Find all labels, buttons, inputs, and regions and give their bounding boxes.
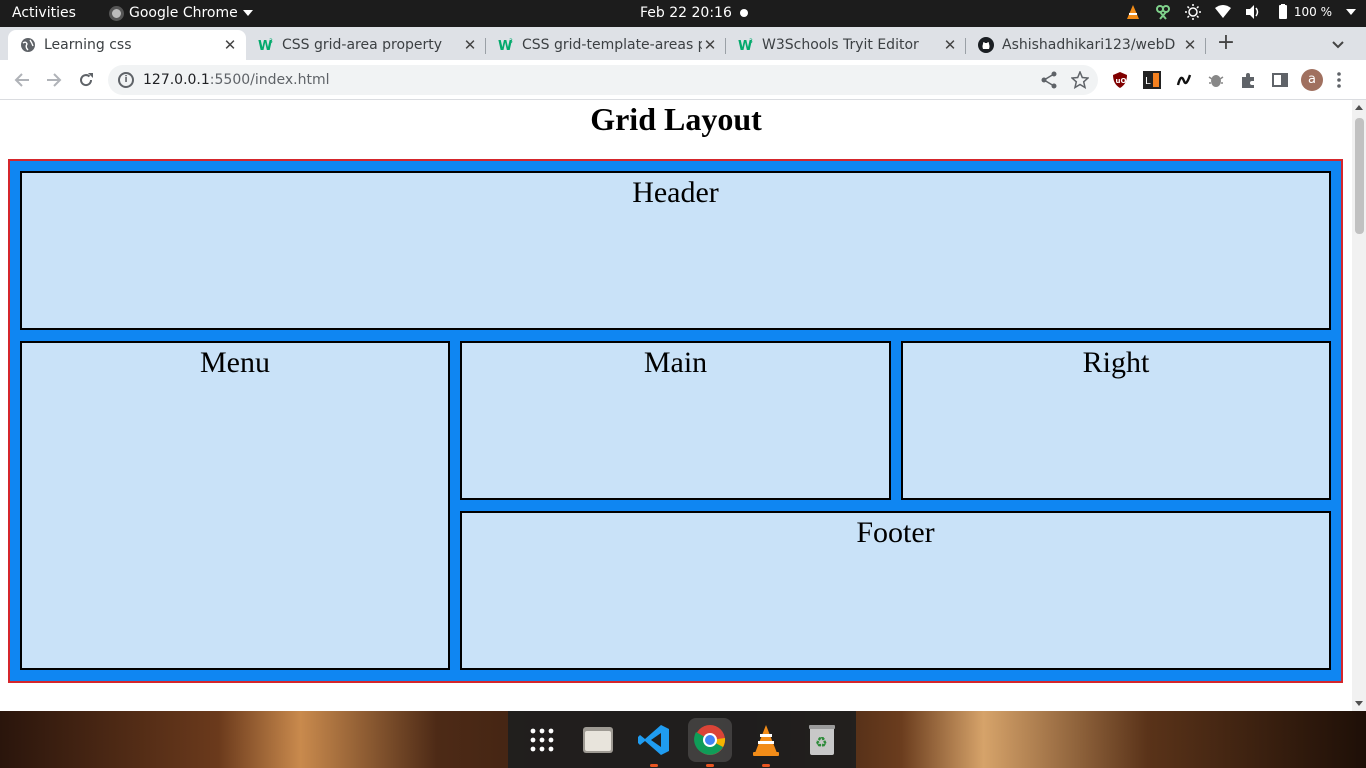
wifi-icon[interactable]	[1214, 4, 1231, 20]
notification-dot-icon	[740, 9, 748, 17]
back-button[interactable]	[10, 68, 34, 92]
tab-github[interactable]: Ashishadhikari123/webD ✕	[966, 30, 1206, 60]
chrome-mini-icon	[109, 5, 124, 21]
new-tab-button[interactable]: +	[1216, 30, 1236, 56]
url-text[interactable]: 127.0.0.1:5500/index.html	[143, 72, 330, 88]
dock: ♻	[508, 711, 856, 768]
running-indicator	[706, 763, 714, 767]
close-icon[interactable]: ✕	[222, 36, 238, 54]
scrollbar-thumb[interactable]	[1355, 118, 1364, 234]
tab-css-grid-template-areas[interactable]: W3 CSS grid-template-areas p ✕	[486, 30, 726, 60]
app-grid-icon	[530, 728, 554, 751]
grid-cell-menu: Menu	[20, 341, 450, 670]
app-menu-label: Google Chrome	[129, 5, 238, 21]
clock[interactable]: Feb 22 20:16	[640, 5, 732, 21]
grid-cell-main: Main	[460, 341, 891, 500]
w3schools-icon: W3	[738, 38, 753, 53]
svg-text:L: L	[1145, 76, 1151, 87]
globe-icon	[21, 38, 35, 52]
svg-text:3: 3	[749, 38, 753, 45]
grid-cell-header: Header	[20, 171, 1331, 330]
svg-text:3: 3	[269, 38, 273, 45]
brightness-icon[interactable]	[1184, 4, 1201, 20]
arrow-right-icon	[47, 73, 62, 87]
bookmark-star-icon[interactable]	[1071, 71, 1089, 89]
tab-w3schools-tryit[interactable]: W3 W3Schools Tryit Editor ✕	[726, 30, 966, 60]
arrow-left-icon	[14, 73, 29, 87]
profile-avatar[interactable]: a	[1301, 69, 1323, 91]
vlc-icon	[753, 724, 779, 756]
chrome-icon	[694, 724, 726, 755]
battery-percent: 100 %	[1293, 5, 1332, 19]
page-viewport: Grid Layout Header Menu Main Right Foote…	[0, 100, 1352, 711]
dock-files[interactable]	[576, 718, 620, 762]
share-icon[interactable]	[1040, 71, 1058, 89]
w3schools-icon: W3	[498, 38, 513, 53]
trash-icon: ♻	[809, 724, 835, 755]
tab-css-grid-area[interactable]: W3 CSS grid-area property ✕	[246, 30, 486, 60]
system-tray[interactable]: 100 %	[1125, 4, 1356, 20]
tab-title: Ashishadhikari123/webD	[1002, 37, 1176, 53]
vscode-icon	[638, 724, 669, 755]
svg-text:3: 3	[509, 38, 513, 45]
github-icon	[978, 37, 994, 53]
lighthouse-extension-icon[interactable]: L	[1143, 71, 1161, 89]
running-indicator	[762, 763, 770, 767]
tab-strip: Learning css ✕ W3 CSS grid-area property…	[0, 27, 1366, 60]
ublock-icon[interactable]: uO	[1111, 71, 1129, 89]
url-path: :5500/index.html	[209, 72, 330, 88]
w3schools-icon: W3	[258, 38, 273, 53]
battery-indicator[interactable]: 100 %	[1275, 4, 1332, 20]
side-panel-icon[interactable]	[1271, 71, 1289, 89]
dock-trash[interactable]: ♻	[800, 718, 844, 762]
reload-icon	[80, 73, 93, 87]
grid-cell-right: Right	[901, 341, 1331, 500]
page-title: Grid Layout	[590, 101, 762, 137]
dock-vlc[interactable]	[744, 718, 788, 767]
system-top-bar: Activities Google Chrome Feb 22 20:16 10…	[0, 0, 1366, 27]
app-menu[interactable]: Google Chrome	[109, 5, 253, 21]
tab-search-chevron-icon[interactable]	[1330, 36, 1346, 52]
dock-chrome[interactable]	[688, 717, 732, 767]
files-icon	[583, 726, 613, 753]
close-icon[interactable]: ✕	[462, 36, 478, 54]
tab-separator	[1205, 38, 1206, 54]
activities-button[interactable]: Activities	[12, 5, 76, 21]
extension-cursive-icon[interactable]	[1175, 71, 1193, 89]
forward-button[interactable]	[42, 68, 66, 92]
system-menu-caret-icon[interactable]	[1346, 9, 1356, 15]
close-icon[interactable]: ✕	[702, 36, 718, 54]
tab-learning-css[interactable]: Learning css ✕	[8, 30, 246, 60]
svg-text:♻: ♻	[815, 735, 828, 751]
dock-vscode[interactable]	[632, 718, 676, 767]
grid-cell-footer: Footer	[460, 511, 1331, 670]
browser-toolbar: i 127.0.0.1:5500/index.html uO L a	[0, 60, 1366, 100]
close-icon[interactable]: ✕	[942, 36, 958, 54]
extensions-puzzle-icon[interactable]	[1239, 71, 1257, 89]
site-info-icon[interactable]: i	[118, 72, 134, 88]
tab-title: W3Schools Tryit Editor	[762, 37, 919, 53]
bug-extension-icon[interactable]	[1207, 71, 1225, 89]
scroll-down-arrow-icon[interactable]	[1355, 701, 1363, 706]
tab-title: Learning css	[44, 37, 132, 53]
vertical-scrollbar[interactable]	[1352, 100, 1366, 711]
caret-down-icon	[242, 10, 253, 16]
volume-icon[interactable]	[1245, 4, 1261, 20]
show-apps-button[interactable]	[520, 718, 564, 762]
address-bar[interactable]: i 127.0.0.1:5500/index.html	[108, 65, 1098, 95]
screenshot-tray-icon[interactable]	[1155, 4, 1171, 20]
tab-title: CSS grid-area property	[282, 37, 443, 53]
close-icon[interactable]: ✕	[1182, 36, 1198, 54]
url-host: 127.0.0.1	[143, 72, 210, 88]
battery-icon	[1278, 4, 1287, 19]
tab-title: CSS grid-template-areas p	[522, 37, 702, 53]
scroll-up-arrow-icon[interactable]	[1355, 105, 1363, 110]
more-menu-icon[interactable]	[1330, 71, 1348, 89]
running-indicator	[650, 763, 658, 767]
grid-container: Header Menu Main Right Footer	[8, 159, 1343, 683]
reload-button[interactable]	[74, 68, 98, 92]
vlc-tray-icon[interactable]	[1125, 4, 1141, 20]
svg-text:uO: uO	[1116, 77, 1127, 85]
